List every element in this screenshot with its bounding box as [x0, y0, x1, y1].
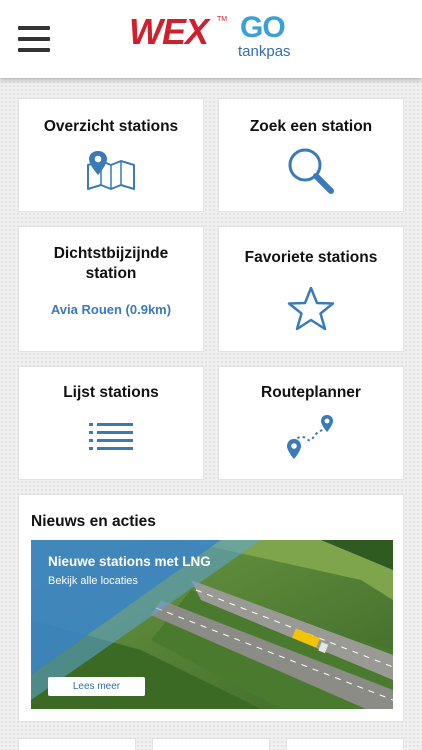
- tile-title: Overzicht stations: [43, 118, 179, 135]
- tile-lijst-stations[interactable]: Lijst stations: [18, 366, 204, 480]
- star-icon: [287, 286, 335, 331]
- banner-subtitle[interactable]: Bekijk alle locaties: [48, 575, 138, 587]
- tile-title: Favoriete stations: [244, 249, 378, 266]
- news-section-title: Nieuws en acties: [31, 513, 156, 530]
- tile-title: Dichtstbijzijnde station: [53, 245, 169, 282]
- bottom-tile-2[interactable]: [152, 738, 270, 750]
- hamburger-menu-icon[interactable]: [18, 26, 50, 52]
- news-card: Nieuws en acties Nieuwe stations met LNG…: [18, 494, 404, 722]
- bottom-tile-3[interactable]: [286, 738, 404, 750]
- app-header: WEX TM GO tankpas: [0, 0, 422, 78]
- news-banner[interactable]: Nieuwe stations met LNG Bekijk alle loca…: [31, 540, 393, 709]
- tile-routeplanner[interactable]: Routeplanner: [218, 366, 404, 480]
- route-icon: [287, 415, 333, 459]
- tile-zoek-een-station[interactable]: Zoek een station: [218, 98, 404, 212]
- map-pin-icon: [87, 151, 135, 190]
- wex-logo: WEX: [129, 11, 209, 52]
- tile-favoriete-stations[interactable]: Favoriete stations: [218, 226, 404, 352]
- tile-overzicht-stations[interactable]: Overzicht stations: [18, 98, 204, 212]
- bottom-tile-1[interactable]: [18, 738, 136, 750]
- go-logo: GO: [240, 11, 286, 44]
- nearest-station-name: Avia Rouen (0.9km): [50, 302, 172, 317]
- banner-title: Nieuwe stations met LNG: [48, 554, 211, 569]
- tile-dichtstbijzijnde-station[interactable]: Dichtstbijzijnde station Avia Rouen (0.9…: [18, 226, 204, 352]
- wex-logo-tm: TM: [217, 16, 228, 23]
- tile-title: Lijst stations: [63, 384, 159, 401]
- tile-title: Zoek een station: [249, 118, 373, 135]
- list-icon: [89, 423, 133, 450]
- tile-title: Routeplanner: [261, 384, 361, 401]
- read-more-button[interactable]: Lees meer: [48, 677, 145, 696]
- search-icon: [288, 148, 334, 194]
- tankpas-logo-text: tankpas: [238, 43, 291, 60]
